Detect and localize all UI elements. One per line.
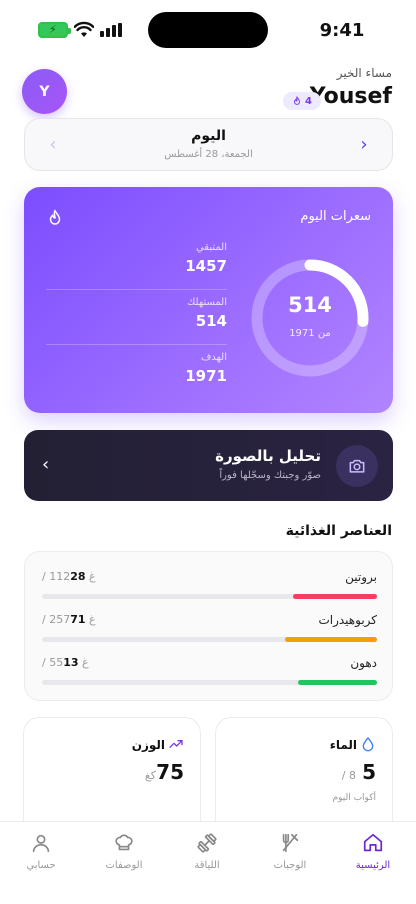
nutrients-card: بروتين / 112غ 28 كربوهيدرات / 257غ 71 ده… bbox=[24, 551, 393, 701]
photo-analysis-title: تحليل بالصورة bbox=[215, 447, 321, 465]
date-subtitle: الجمعة، 28 أغسطس bbox=[164, 149, 253, 160]
calories-progress-ring bbox=[251, 259, 369, 377]
photo-analysis-subtitle: صوّر وجبتك وسجّلها فوراً bbox=[219, 470, 321, 481]
nutrient-progress-fill bbox=[297, 680, 377, 685]
nutrient-progress-track bbox=[42, 594, 377, 599]
water-target: / 8 bbox=[341, 769, 356, 782]
tab-home[interactable]: الرئيسية bbox=[338, 832, 408, 882]
nutrient-target: / 257غ bbox=[42, 613, 96, 626]
signal-icon bbox=[100, 23, 122, 37]
weight-title: الوزن bbox=[131, 738, 165, 752]
water-drop-icon bbox=[362, 737, 374, 752]
previous-day-chevron-icon[interactable]: › bbox=[354, 135, 374, 155]
stat-label: المتبقي bbox=[195, 242, 227, 253]
stat-consumed: المستهلك 514 bbox=[46, 297, 227, 330]
greeting-text: مساء الخير bbox=[336, 66, 392, 80]
stat-remaining: المتبقي 1457 bbox=[46, 242, 227, 275]
nutrient-consumed: 13 bbox=[63, 656, 79, 669]
streak-count: 4 bbox=[305, 95, 312, 107]
user-name: Yousef bbox=[309, 84, 392, 109]
stat-value: 514 bbox=[195, 312, 227, 330]
photo-analysis-button[interactable]: تحليل بالصورة صوّر وجبتك وسجّلها فوراً ‹ bbox=[24, 430, 393, 501]
water-caption: أكواب اليوم bbox=[332, 793, 376, 803]
tab-fitness[interactable]: اللياقة bbox=[172, 832, 242, 882]
wifi-icon bbox=[74, 21, 94, 37]
tab-label: الوصفات bbox=[105, 860, 143, 871]
dynamic-island bbox=[148, 12, 268, 48]
date-selector: اليوم الجمعة، 28 أغسطس › ‹ bbox=[24, 118, 393, 171]
nutrient-target: / 112غ bbox=[42, 570, 96, 583]
weight-value: 75 bbox=[156, 760, 184, 784]
tab-label: الوجبات bbox=[273, 860, 307, 871]
nutrient-amount: / 112غ 28 bbox=[42, 570, 96, 583]
nutrient-row-fat: دهون / 55غ 13 bbox=[42, 656, 377, 686]
weight-unit: كغ bbox=[144, 769, 156, 782]
flame-icon bbox=[49, 209, 61, 225]
stat-value: 1971 bbox=[185, 367, 227, 385]
divider bbox=[46, 344, 227, 345]
nutrient-row-protein: بروتين / 112غ 28 bbox=[42, 570, 377, 600]
camera-icon bbox=[336, 445, 378, 487]
user-icon bbox=[32, 834, 50, 853]
nutrient-amount: / 55غ 13 bbox=[42, 656, 89, 669]
nutrient-amount: / 257غ 71 bbox=[42, 613, 96, 626]
streak-badge: 4 bbox=[283, 92, 321, 110]
stat-label: الهدف bbox=[200, 352, 227, 363]
nutrient-name: بروتين bbox=[345, 570, 377, 584]
stat-value: 1457 bbox=[185, 257, 227, 275]
chef-hat-icon bbox=[115, 834, 133, 851]
next-day-chevron-icon[interactable]: ‹ bbox=[43, 135, 63, 155]
nutrient-name: كربوهيدرات bbox=[318, 613, 377, 627]
nutrient-row-carbs: كربوهيدرات / 257غ 71 bbox=[42, 613, 377, 643]
chevron-left-icon: ‹ bbox=[42, 454, 50, 475]
nutrient-progress-fill bbox=[293, 594, 377, 599]
tab-account[interactable]: حسابي bbox=[6, 832, 76, 882]
tab-label: اللياقة bbox=[194, 860, 220, 871]
dumbbell-icon bbox=[197, 833, 217, 853]
water-card[interactable]: الماء 5 / 8 أكواب اليوم bbox=[215, 717, 393, 837]
trending-up-icon bbox=[169, 740, 183, 748]
tab-bar: الرئيسية الوجبات اللياقة الوصفات حسابي bbox=[0, 821, 416, 904]
divider bbox=[46, 289, 227, 290]
utensils-icon bbox=[282, 833, 299, 853]
calories-title: سعرات اليوم bbox=[300, 209, 371, 224]
date-title: اليوم bbox=[191, 128, 226, 144]
battery-icon: ⚡ bbox=[38, 22, 71, 38]
status-bar: ⚡ 9:41 bbox=[0, 0, 416, 62]
stat-label: المستهلك bbox=[187, 297, 227, 308]
flame-icon bbox=[294, 96, 301, 105]
weight-card[interactable]: الوزن 75 كغ bbox=[23, 717, 201, 837]
home-icon bbox=[363, 833, 383, 852]
stat-goal: الهدف 1971 bbox=[46, 352, 227, 385]
nutrient-progress-fill bbox=[284, 637, 377, 642]
nutrient-consumed: 28 bbox=[70, 570, 86, 583]
tab-label: حسابي bbox=[26, 860, 56, 871]
nutrient-progress-track bbox=[42, 680, 377, 685]
nutrient-name: دهون bbox=[350, 656, 377, 670]
tab-label: الرئيسية bbox=[355, 860, 391, 871]
calories-goal-label: من 1971 bbox=[289, 328, 331, 339]
calories-card[interactable]: سعرات اليوم 514 من 1971 المتبقي 1457 الم… bbox=[24, 187, 393, 413]
nutrient-consumed: 71 bbox=[70, 613, 86, 626]
tab-recipes[interactable]: الوصفات bbox=[89, 832, 159, 882]
nutrients-section-title: العناصر الغذائية bbox=[285, 523, 392, 539]
water-title: الماء bbox=[329, 738, 357, 752]
water-value: 5 bbox=[362, 760, 376, 784]
tab-meals[interactable]: الوجبات bbox=[255, 832, 325, 882]
nutrient-progress-track bbox=[42, 637, 377, 642]
status-time: 9:41 bbox=[319, 20, 365, 41]
calories-consumed-value: 514 bbox=[288, 293, 332, 317]
avatar-initial: Y bbox=[39, 83, 50, 100]
avatar[interactable]: Y bbox=[22, 69, 67, 114]
